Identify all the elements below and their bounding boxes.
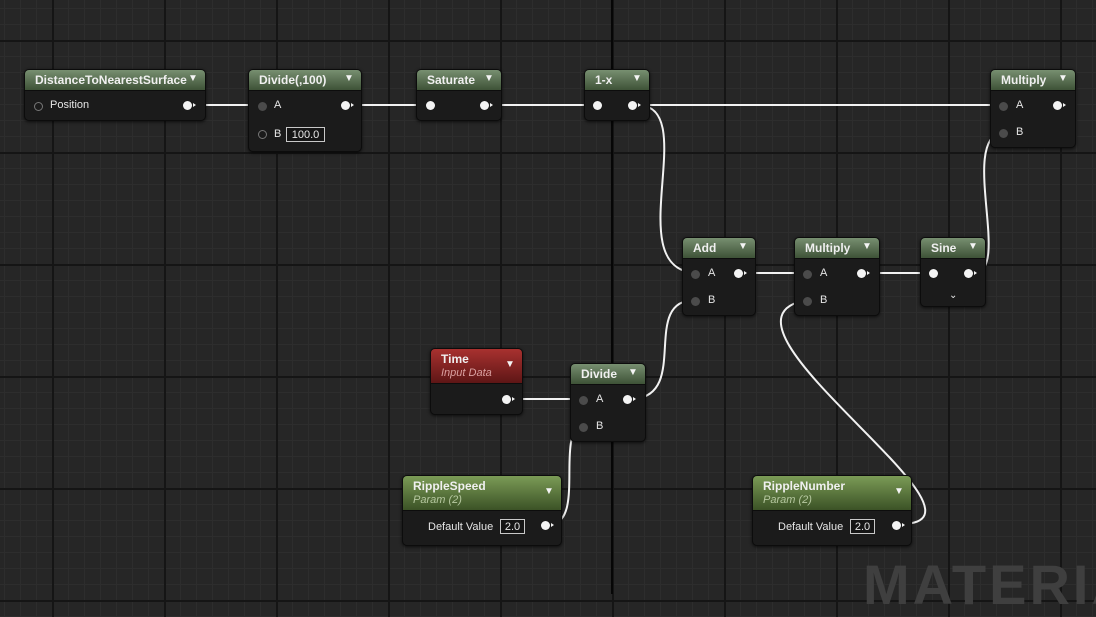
expand-chevron-icon[interactable]: ⌄ (949, 290, 957, 301)
node-title: Divide (581, 367, 618, 381)
node-title: RippleNumber (763, 479, 846, 493)
input-pin[interactable] (929, 269, 938, 278)
node-header[interactable]: 1-x ▼ (585, 70, 649, 91)
input-pin-a[interactable] (803, 270, 812, 279)
default-value-field[interactable]: 2.0 (500, 519, 525, 534)
input-pin-a[interactable] (999, 102, 1008, 111)
add-node[interactable]: Add ▼ A B (682, 237, 756, 316)
node-header[interactable]: Multiply ▼ (991, 70, 1075, 91)
output-pin[interactable] (623, 395, 636, 404)
chevron-down-icon[interactable]: ▼ (893, 487, 905, 497)
output-pin[interactable] (1053, 101, 1066, 110)
distance-to-nearest-surface-node[interactable]: DistanceToNearestSurface ▼ Position (24, 69, 206, 121)
node-header[interactable]: Add ▼ (683, 238, 755, 259)
input-pin-b[interactable] (999, 129, 1008, 138)
input-label-b: B (820, 294, 828, 306)
output-pin[interactable] (480, 101, 493, 110)
divide-node[interactable]: Divide ▼ A B (570, 363, 646, 442)
node-header[interactable]: Sine ▼ (921, 238, 985, 259)
chevron-down-icon[interactable]: ▼ (343, 74, 355, 84)
chevron-down-icon[interactable]: ▼ (737, 242, 749, 252)
node-header[interactable]: RippleNumber Param (2) ▼ (753, 476, 911, 511)
node-title: Multiply (805, 241, 851, 255)
node-title: Sine (931, 241, 957, 255)
input-label-a: A (708, 267, 716, 279)
output-pin[interactable] (341, 101, 354, 110)
time-node[interactable]: Time Input Data ▼ (430, 348, 523, 415)
node-subtitle: Param (2) (763, 494, 812, 506)
chevron-down-icon[interactable]: ▼ (631, 74, 643, 84)
output-pin[interactable] (892, 521, 905, 530)
node-title: RippleSpeed (413, 479, 486, 493)
input-pin-b[interactable] (803, 297, 812, 306)
input-pin[interactable] (593, 101, 602, 110)
input-label-b: B (708, 294, 716, 306)
ripple-number-param-node[interactable]: RippleNumber Param (2) ▼ Default Value 2… (752, 475, 912, 546)
chevron-down-icon[interactable]: ▼ (967, 242, 979, 252)
chevron-down-icon[interactable]: ▼ (861, 242, 873, 252)
node-header[interactable]: RippleSpeed Param (2) ▼ (403, 476, 561, 511)
output-pin[interactable] (502, 395, 515, 404)
node-subtitle: Param (2) (413, 494, 462, 506)
chevron-down-icon[interactable]: ▼ (483, 74, 495, 84)
node-header[interactable]: Divide ▼ (571, 364, 645, 385)
default-value-label: Default Value (778, 521, 844, 533)
node-title: Multiply (1001, 73, 1047, 87)
default-value-label: Default Value (428, 521, 494, 533)
node-title: DistanceToNearestSurface (35, 73, 187, 87)
output-pin[interactable] (964, 269, 977, 278)
node-header[interactable]: Multiply ▼ (795, 238, 879, 259)
input-pin-b[interactable] (579, 423, 588, 432)
output-pin[interactable] (183, 101, 196, 110)
node-title: Divide(,100) (259, 73, 327, 87)
one-minus-node[interactable]: 1-x ▼ (584, 69, 650, 121)
chevron-down-icon[interactable]: ▼ (543, 487, 555, 497)
node-subtitle: Input Data (441, 367, 492, 379)
chevron-down-icon[interactable]: ▼ (1057, 74, 1069, 84)
output-pin[interactable] (857, 269, 870, 278)
input-label-position: Position (50, 99, 90, 111)
node-title: Time (441, 352, 469, 366)
chevron-down-icon[interactable]: ▼ (627, 368, 639, 378)
node-title: 1-x (595, 73, 613, 87)
node-header[interactable]: Time Input Data ▼ (431, 349, 522, 384)
input-pin-b[interactable] (691, 297, 700, 306)
output-pin[interactable] (734, 269, 747, 278)
input-pin[interactable] (426, 101, 435, 110)
b-value-field[interactable]: 100.0 (286, 127, 325, 142)
input-label-a: A (1016, 99, 1024, 111)
multiply-mid-node[interactable]: Multiply ▼ A B (794, 237, 880, 316)
input-pin-b[interactable] (258, 130, 267, 139)
sine-node[interactable]: Sine ▼ ⌄ (920, 237, 986, 307)
node-title: Saturate (427, 73, 476, 87)
output-pin[interactable] (628, 101, 641, 110)
ripple-speed-param-node[interactable]: RippleSpeed Param (2) ▼ Default Value 2.… (402, 475, 562, 546)
material-watermark: MATERIA (863, 553, 1096, 616)
saturate-node[interactable]: Saturate ▼ (416, 69, 502, 121)
default-value-field[interactable]: 2.0 (850, 519, 875, 534)
input-pin-a[interactable] (579, 396, 588, 405)
multiply-top-node[interactable]: Multiply ▼ A B (990, 69, 1076, 148)
node-header[interactable]: Saturate ▼ (417, 70, 501, 91)
input-label-a: A (274, 99, 282, 111)
chevron-down-icon[interactable]: ▼ (504, 360, 516, 370)
node-header[interactable]: DistanceToNearestSurface ▼ (25, 70, 205, 91)
input-pin-position[interactable] (34, 102, 43, 111)
input-pin-a[interactable] (258, 102, 267, 111)
input-label-a: A (820, 267, 828, 279)
node-header[interactable]: Divide(,100) ▼ (249, 70, 361, 91)
input-pin-a[interactable] (691, 270, 700, 279)
node-title: Add (693, 241, 717, 255)
chevron-down-icon[interactable]: ▼ (187, 74, 199, 84)
input-label-b: B (1016, 126, 1024, 138)
output-pin[interactable] (541, 521, 554, 530)
input-label-b: B (274, 128, 282, 140)
input-label-a: A (596, 393, 604, 405)
input-label-b: B (596, 420, 604, 432)
divide-100-node[interactable]: Divide(,100) ▼ A B 100.0 (248, 69, 362, 152)
